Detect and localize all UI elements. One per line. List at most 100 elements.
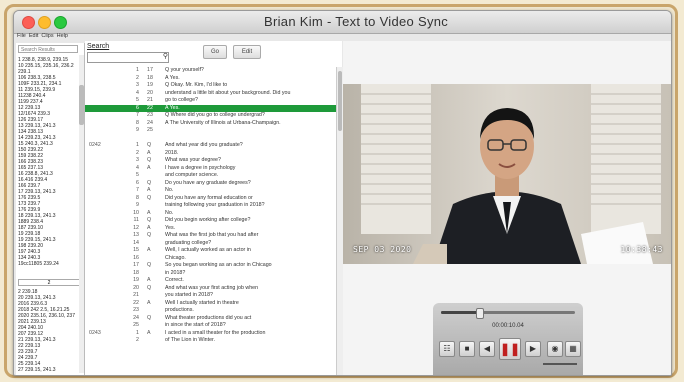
index-scroll-thumb[interactable]	[79, 85, 84, 125]
playback-controls: 00:00:10.04 ☷ ■ ◀ ❚❚ ▶ ◉ ▦	[433, 303, 583, 375]
index-search-field[interactable]: Search Results	[18, 45, 78, 53]
transcript-line[interactable]: 7 A No.	[85, 187, 336, 195]
zoom-window-button[interactable]	[54, 16, 67, 29]
transcript-line[interactable]: 0243 1 A I acted in a small theater for the…	[85, 330, 336, 338]
prev-icon[interactable]: ◀	[479, 341, 495, 357]
transcript-text: So you began working as an actor in Chic…	[165, 262, 272, 268]
transcript-line[interactable]: 4 A I have a degree in psychology	[85, 165, 336, 173]
transcript-line[interactable]: 3 19 Q Okay. Mr. Kim, I'd like to	[85, 82, 336, 90]
index-scrollbar[interactable]	[79, 55, 84, 373]
transcript-line[interactable]: 25 in since the start of 2018?	[85, 322, 336, 330]
transcript-text: A The University of Illinois at Urbana-C…	[165, 119, 281, 126]
transcript-line[interactable]: 0242 1 Q And what year did you graduate?	[85, 142, 336, 150]
word-index-list-top[interactable]: 1 238.8, 238.9, 239.15 10 235.15, 235.16…	[18, 57, 74, 267]
menu-edit[interactable]: Edit	[29, 33, 38, 39]
transcript-text: No.	[165, 209, 174, 216]
transcript-text: training following your graduation in 20…	[165, 202, 265, 208]
transcript-line-number: 17	[133, 262, 139, 268]
transcript-text: productions.	[165, 307, 194, 313]
word-index-list-bottom[interactable]: 2 239.18 20 239.13, 241.3 2016 239.6.3 2…	[18, 289, 75, 373]
volume-slider[interactable]	[543, 363, 577, 365]
transcript-line[interactable]: 3 Q What was your degree?	[85, 157, 336, 165]
stop-icon[interactable]: ■	[459, 341, 475, 357]
transcript-line[interactable]: 17 Q So you began working as an actor in C…	[85, 262, 336, 270]
transcript-speaker: 21	[147, 97, 153, 103]
transcript-text: I acted in a small theater for the produ…	[165, 329, 266, 336]
menu-help[interactable]: Help	[57, 33, 68, 39]
search-icon[interactable]: ⚲	[161, 52, 170, 61]
transcript-line[interactable]: 2 18 A Yes.	[85, 75, 336, 83]
transcript-speaker: 24	[147, 119, 153, 126]
word-index-pane: Search Results 1 238.8, 238.9, 239.15 10…	[16, 43, 85, 375]
transcript-scroll-thumb[interactable]	[338, 71, 342, 131]
transcript-line-number: 3	[136, 82, 139, 88]
transcript-line-number: 4	[136, 164, 139, 171]
transcript-line[interactable]: 24 Q What theater productions did you act	[85, 315, 336, 323]
transcript-line-number: 22	[133, 299, 139, 306]
transcript-pane: Search ⚲ Go Edit 1 17 Q your yourself? 2 18 A…	[85, 41, 343, 375]
transcript-line[interactable]: 12 A Yes.	[85, 225, 336, 233]
minimize-window-button[interactable]	[38, 16, 51, 29]
transcript-line[interactable]: 5 and computer science.	[85, 172, 336, 180]
transcript-line[interactable]: 10 A No.	[85, 210, 336, 218]
transcript-line-number: 9	[136, 127, 139, 133]
next-icon[interactable]: ▶	[525, 341, 541, 357]
close-window-button[interactable]	[22, 16, 35, 29]
transcript-line[interactable]: 13 Q What was the first job that you had a…	[85, 232, 336, 240]
transcript-line[interactable]: 18 in 2018?	[85, 270, 336, 278]
transcript-text: Q Okay. Mr. Kim, I'd like to	[165, 82, 228, 88]
transcript-speaker: Q	[147, 217, 152, 223]
transcript-line[interactable]: 6 Q Do you have any graduate degrees?	[85, 180, 336, 188]
transcript-line[interactable]: 21 you started in 2018?	[85, 292, 336, 300]
transcript-text: graduating college?	[165, 239, 212, 246]
transcript-line[interactable]: 7 23 Q Where did you go to college undergr…	[85, 112, 336, 120]
transcript-line[interactable]: 2 A 2018.	[85, 150, 336, 158]
app-window: Brian Kim - Text to Video Sync File Edit C…	[13, 10, 672, 376]
transcript-line[interactable]: 8 Q Did you have any formal education or	[85, 195, 336, 203]
transcript-line[interactable]: 5 21 go to college?	[85, 97, 336, 105]
transcript-line[interactable]: 16 Chicago.	[85, 255, 336, 263]
camera-icon[interactable]: ◉	[547, 341, 563, 357]
transcript-line-number: 15	[133, 247, 139, 253]
transcript-line[interactable]: 15 A Well, I actually worked as an actor i…	[85, 247, 336, 255]
transcript-line[interactable]: 9 training following your graduation in 2…	[85, 202, 336, 210]
transcript-line-selected[interactable]: 6 22 A Yes.	[85, 104, 336, 112]
transcript-text: Yes.	[165, 224, 176, 231]
transcript-line[interactable]: 4 20 understand a little bit about your ba…	[85, 90, 336, 98]
playback-progress-bar[interactable]	[441, 308, 575, 319]
transcript-search-input[interactable]	[87, 52, 169, 63]
transcript-line[interactable]: 1 17 Q your yourself?	[85, 67, 336, 75]
title-bar: Brian Kim - Text to Video Sync	[14, 11, 671, 34]
clip-icon[interactable]: ☷	[439, 341, 455, 357]
transcript-scrollbar[interactable]	[336, 67, 343, 375]
go-button[interactable]: Go	[203, 45, 227, 59]
transcript-line[interactable]: 14 graduating college?	[85, 240, 336, 248]
transcript-speaker: 25	[147, 127, 153, 133]
transcript-text: What was your degree?	[165, 157, 221, 163]
transcript-line-number: 4	[136, 89, 139, 96]
transcript-line[interactable]: 23 productions.	[85, 307, 336, 315]
transcript-line[interactable]: 11 Q Did you begin working after college?	[85, 217, 336, 225]
grid-icon[interactable]: ▦	[565, 341, 581, 357]
transcript-speaker: 19	[147, 82, 153, 88]
transcript-line[interactable]: 8 24 A The University of Illinois at Urban…	[85, 120, 336, 128]
transcript-line-number: 6	[136, 179, 139, 186]
transcript-line[interactable]: 2 of The Lion in Winter.	[85, 337, 336, 345]
menu-file[interactable]: File	[17, 33, 26, 39]
edit-button[interactable]: Edit	[233, 45, 261, 59]
transcript-page-number: 0242	[89, 142, 101, 148]
transcript-speaker: 17	[147, 67, 153, 73]
transcript-speaker: Q	[147, 232, 152, 238]
transcript-line[interactable]: 19 A Correct.	[85, 277, 336, 285]
pause-icon[interactable]: ❚❚	[499, 338, 521, 360]
transcript-line[interactable]: 20 Q And what was your first acting job wh…	[85, 285, 336, 293]
video-frame[interactable]: SEP 03 2020 10:38:43	[343, 84, 671, 264]
playback-scrubber-handle[interactable]	[475, 308, 484, 319]
transcript-text: in 2018?	[165, 269, 186, 276]
transcript-line[interactable]: 9 25	[85, 127, 336, 135]
transcript-text: Did you have any formal education or	[165, 194, 253, 201]
transcript-line[interactable]	[85, 135, 336, 143]
transcript-line[interactable]: 22 A Well I actually started in theatre	[85, 300, 336, 308]
menu-clips[interactable]: Clips	[41, 33, 53, 39]
transcript-line-number: 1	[136, 329, 139, 336]
